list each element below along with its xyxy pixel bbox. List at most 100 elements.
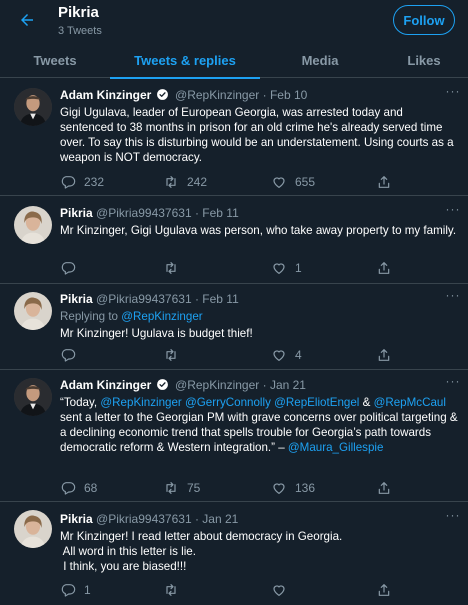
retweet-button[interactable]: 75 (163, 480, 200, 496)
reply-button[interactable] (60, 347, 84, 363)
like-button[interactable]: 4 (271, 347, 302, 363)
tab-tweets-and-replies[interactable]: Tweets & replies (110, 42, 260, 79)
tweet-date[interactable]: · Jan 21 (195, 512, 238, 526)
profile-title: Pikria (58, 4, 99, 21)
like-button[interactable] (271, 582, 295, 598)
like-count: 136 (295, 481, 316, 495)
tweet[interactable]: Pikria @Pikria99437631 · Feb 11 Mr Kinzi… (0, 196, 468, 284)
retweet-button[interactable] (163, 260, 187, 276)
author-name[interactable]: Pikria (60, 206, 93, 220)
share-button[interactable] (376, 174, 400, 190)
tweet-text: Mr Kinzinger, Gigi Ugulava was person, w… (60, 224, 457, 237)
retweet-button[interactable]: 242 (163, 174, 207, 190)
mention-link[interactable]: @Maura_Gillespie (288, 441, 384, 454)
quote-open: “Today, (60, 396, 98, 409)
tweet-actions: 68 75 136 (60, 480, 400, 496)
tab-likes[interactable]: Likes (380, 42, 468, 78)
replying-to: Replying to @RepKinzinger (60, 309, 458, 324)
author-name[interactable]: Pikria (60, 292, 93, 306)
profile-header: Pikria 3 Tweets Follow (0, 0, 468, 40)
mention-link[interactable]: @RepEliotEngel (274, 396, 359, 409)
author-name[interactable]: Adam Kinzinger (60, 378, 151, 392)
tweet[interactable]: Pikria @Pikria99437631 · Feb 11 Replying… (0, 284, 468, 370)
tweet-date[interactable]: · Feb 11 (195, 292, 239, 306)
arrow-left-icon (21, 14, 33, 26)
ampersand: & (362, 396, 371, 409)
mention-link[interactable]: @RepMcCaul (374, 396, 446, 409)
more-options-icon[interactable]: ··· (444, 509, 462, 522)
tweet-text: Gigi Ugulava, leader of European Georgia… (60, 106, 454, 164)
tweet-date[interactable]: · Jan 21 (263, 378, 306, 392)
reply-icon (60, 174, 76, 190)
mention-link[interactable]: @GerryConnolly (185, 396, 271, 409)
retweet-button[interactable] (163, 582, 187, 598)
tweet[interactable]: Adam Kinzinger @RepKinzinger · Jan 21 “T… (0, 370, 468, 502)
retweet-icon (163, 582, 179, 598)
author-handle[interactable]: @Pikria99437631 (96, 512, 192, 526)
avatar[interactable] (14, 510, 52, 548)
author-handle[interactable]: @Pikria99437631 (96, 292, 192, 306)
author-handle[interactable]: @RepKinzinger (175, 88, 259, 102)
reply-icon (60, 260, 76, 276)
tweet[interactable]: Pikria @Pikria99437631 · Jan 21 Mr Kinzi… (0, 502, 468, 605)
share-button[interactable] (376, 347, 400, 363)
author-handle[interactable]: @RepKinzinger (175, 378, 259, 392)
tweet-text-line: Mr Kinzinger! I read letter about democr… (60, 530, 343, 543)
like-icon (271, 480, 287, 496)
reply-button[interactable]: 68 (60, 480, 97, 496)
tweet-date[interactable]: · Feb 10 (263, 88, 308, 102)
retweet-icon (163, 174, 179, 190)
share-button[interactable] (376, 582, 400, 598)
tweet-text-line: I think, you are biased!!! (60, 560, 187, 573)
avatar[interactable] (14, 88, 52, 126)
reply-button[interactable]: 232 (60, 174, 104, 190)
more-options-icon[interactable]: ··· (444, 85, 462, 98)
retweet-button[interactable] (163, 347, 187, 363)
reply-button[interactable] (60, 260, 84, 276)
tweet-actions: 1 (60, 260, 400, 276)
tweet-text: “Today, @RepKinzinger @GerryConnolly @Re… (60, 395, 458, 455)
follow-button[interactable]: Follow (393, 5, 455, 35)
tab-media[interactable]: Media (260, 42, 380, 78)
retweet-icon (163, 260, 179, 276)
more-options-icon[interactable]: ··· (444, 375, 462, 388)
replying-to-label: Replying to (60, 310, 119, 323)
like-button[interactable]: 655 (271, 174, 315, 190)
share-button[interactable] (376, 480, 400, 496)
author-handle[interactable]: @Pikria99437631 (96, 206, 192, 220)
verified-badge-icon (156, 88, 169, 101)
like-icon (271, 174, 287, 190)
reply-icon (60, 582, 76, 598)
like-icon (271, 260, 287, 276)
tweet-date[interactable]: · Feb 11 (195, 206, 239, 220)
back-button[interactable] (14, 7, 40, 33)
avatar[interactable] (14, 206, 52, 244)
tweet[interactable]: Adam Kinzinger @RepKinzinger · Feb 10 Gi… (0, 78, 468, 196)
tweet-actions: 1 (60, 582, 400, 598)
avatar[interactable] (14, 292, 52, 330)
retweet-count: 75 (187, 481, 201, 495)
reply-button[interactable]: 1 (60, 582, 91, 598)
share-icon (376, 174, 392, 190)
share-icon (376, 347, 392, 363)
like-button[interactable]: 136 (271, 480, 315, 496)
more-options-icon[interactable]: ··· (444, 289, 462, 302)
verified-badge-icon (156, 378, 169, 391)
retweet-icon (163, 347, 179, 363)
reply-icon (60, 480, 76, 496)
share-icon (376, 260, 392, 276)
more-options-icon[interactable]: ··· (444, 203, 462, 216)
retweet-icon (163, 480, 179, 496)
author-name[interactable]: Pikria (60, 512, 93, 526)
tab-tweets[interactable]: Tweets (0, 42, 110, 78)
author-name[interactable]: Adam Kinzinger (60, 88, 151, 102)
like-icon (271, 347, 287, 363)
like-icon (271, 582, 287, 598)
share-button[interactable] (376, 260, 400, 276)
like-button[interactable]: 1 (271, 260, 302, 276)
replying-to-handle[interactable]: @RepKinzinger (121, 310, 202, 323)
reply-count: 232 (84, 175, 105, 189)
mention-link[interactable]: @RepKinzinger (100, 396, 181, 409)
avatar[interactable] (14, 378, 52, 416)
like-count: 4 (295, 348, 302, 362)
